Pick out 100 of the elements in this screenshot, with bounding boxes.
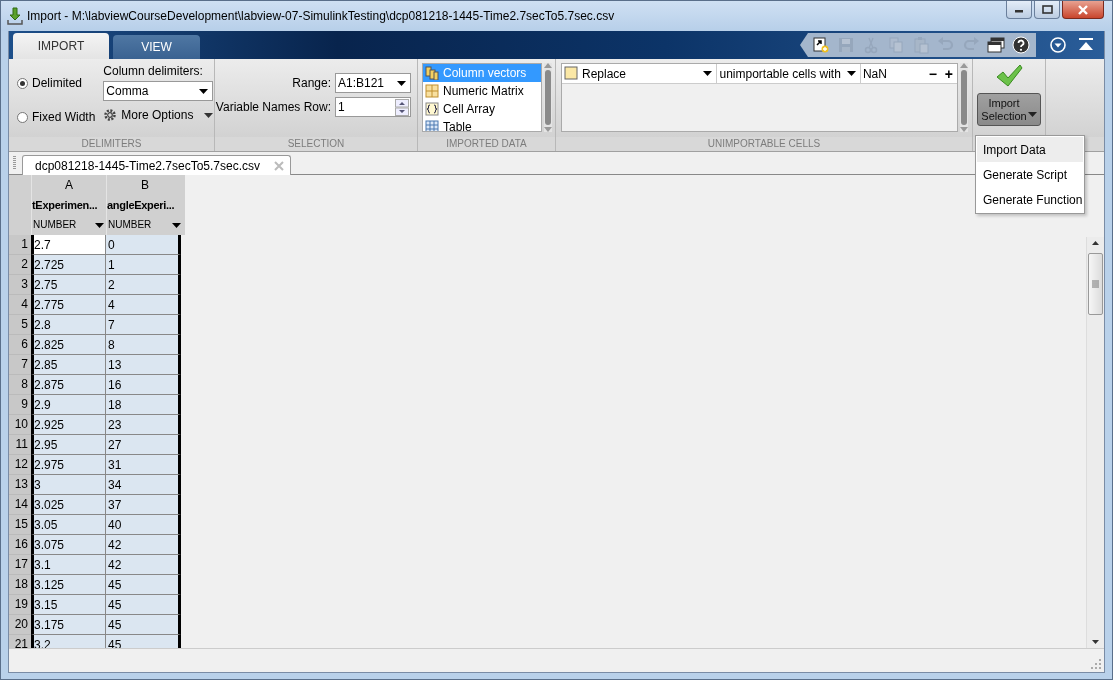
table-cell[interactable]: 2.725 xyxy=(31,255,106,275)
table-cell[interactable]: 2.9 xyxy=(31,395,106,415)
table-cell[interactable]: 3.05 xyxy=(31,515,106,535)
action-dropdown[interactable]: Replace xyxy=(580,64,718,83)
target-dropdown[interactable]: unimportable cells with xyxy=(717,64,861,83)
windows-icon[interactable] xyxy=(987,36,1005,54)
remove-rule-button[interactable]: − xyxy=(924,65,941,82)
scrollbar-thumb[interactable] xyxy=(961,70,967,125)
table-cell[interactable]: 2.975 xyxy=(31,455,106,475)
table-cell[interactable]: 2.85 xyxy=(31,355,106,375)
table-cell[interactable]: 45 xyxy=(106,595,181,615)
gallery-item[interactable]: Numeric Matrix xyxy=(423,82,541,100)
row-number: 7 xyxy=(9,355,31,375)
caret-icon xyxy=(199,88,209,94)
new-document-icon[interactable] xyxy=(812,36,830,54)
table-cell[interactable]: 3.15 xyxy=(31,595,106,615)
field-label: Column delimiters: xyxy=(103,64,204,78)
close-icon xyxy=(1077,4,1089,15)
dropdown-circle-icon[interactable] xyxy=(1050,37,1066,53)
column-type-dropdown[interactable]: NUMBER xyxy=(32,215,106,235)
row-number: 15 xyxy=(9,515,31,535)
menu-item[interactable]: Generate Function xyxy=(977,187,1083,212)
ribbon-tab[interactable]: IMPORT xyxy=(13,33,109,59)
menu-item[interactable]: Import Data xyxy=(977,137,1083,162)
gallery-item[interactable]: Table xyxy=(423,118,541,131)
table-cell[interactable]: 3.025 xyxy=(31,495,106,515)
close-icon[interactable] xyxy=(274,160,285,171)
spinner-arrows-icon[interactable] xyxy=(395,98,409,116)
row-number: 13 xyxy=(9,475,31,495)
radio-button[interactable]: Delimited xyxy=(17,76,96,90)
table-cell[interactable]: 7 xyxy=(106,315,181,335)
row-number: 16 xyxy=(9,535,31,555)
row-number: 1 xyxy=(9,235,31,255)
field-label: Range: xyxy=(292,76,331,90)
column-letter: A xyxy=(64,177,74,194)
delimiter-dropdown[interactable]: Comma xyxy=(103,81,214,101)
table-cell[interactable]: 2.75 xyxy=(31,275,106,295)
resize-grip-icon[interactable] xyxy=(1091,659,1101,669)
table-cell[interactable]: 3.1 xyxy=(31,555,106,575)
table-cell[interactable]: 2.7 xyxy=(31,235,106,255)
table-cell[interactable]: 2.825 xyxy=(31,335,106,355)
table-cell[interactable]: 2.925 xyxy=(31,415,106,435)
table-cell[interactable]: 45 xyxy=(106,575,181,595)
row-number: 11 xyxy=(9,435,31,455)
collapse-ribbon-icon[interactable] xyxy=(1078,37,1094,51)
table-cell[interactable]: 3.175 xyxy=(31,615,106,635)
table-cell[interactable]: 0 xyxy=(106,235,181,255)
table-cell[interactable]: 2.775 xyxy=(31,295,106,315)
add-rule-button[interactable]: + xyxy=(940,65,957,82)
row-number: 12 xyxy=(9,455,31,475)
import-selection-button[interactable]: Import Selection xyxy=(977,93,1041,126)
table-cell[interactable]: 2.875 xyxy=(31,375,106,395)
table-cell[interactable]: 42 xyxy=(106,555,181,575)
radio-button[interactable]: Fixed Width xyxy=(17,110,96,124)
table-cell[interactable]: 37 xyxy=(106,495,181,515)
more-options-button[interactable]: More Options xyxy=(103,108,214,122)
document-tab[interactable]: dcp081218-1445-Time2.7secTo5.7sec.csv xyxy=(22,155,292,175)
row-number: 17 xyxy=(9,555,31,575)
scrollbar-thumb[interactable] xyxy=(545,70,551,125)
scrollbar-thumb[interactable] xyxy=(1088,253,1103,315)
range-dropdown[interactable]: A1:B121 xyxy=(335,73,411,93)
table-cell[interactable]: 31 xyxy=(106,455,181,475)
column-name: tExperimen... xyxy=(32,198,99,213)
table-cell[interactable]: 42 xyxy=(106,535,181,555)
caret-icon xyxy=(397,80,406,86)
gear-icon xyxy=(103,108,118,122)
table-cell[interactable]: 2.95 xyxy=(31,435,106,455)
table-cell[interactable]: 45 xyxy=(106,615,181,635)
caret-icon xyxy=(1028,112,1037,117)
table-cell[interactable]: 18 xyxy=(106,395,181,415)
table-cell[interactable]: 3.125 xyxy=(31,575,106,595)
restore-icon xyxy=(1041,5,1053,14)
table-cell[interactable]: 23 xyxy=(106,415,181,435)
restore-button[interactable] xyxy=(1034,1,1060,19)
minimize-button[interactable] xyxy=(1006,1,1032,19)
spinner-field[interactable]: 1 xyxy=(335,97,411,117)
table-cell[interactable]: 8 xyxy=(106,335,181,355)
scrollbar[interactable] xyxy=(960,63,968,132)
table-cell[interactable]: 40 xyxy=(106,515,181,535)
table-cell[interactable]: 27 xyxy=(106,435,181,455)
window-title: Import - M:\labviewCourseDevelopment\labview-07-SimulinkTesting\dcp081218-1445-Time2.7secTo5.7sec.csv xyxy=(27,9,616,23)
scrollbar[interactable] xyxy=(1086,237,1104,648)
gallery-item[interactable]: Cell Array xyxy=(423,100,541,118)
menu-item[interactable]: Generate Script xyxy=(977,162,1083,187)
help-icon[interactable] xyxy=(1012,36,1030,54)
table-cell[interactable]: 1 xyxy=(106,255,181,275)
table-cell[interactable]: 3 xyxy=(31,475,106,495)
row-number: 21 xyxy=(9,635,31,648)
close-button[interactable] xyxy=(1062,1,1104,19)
table-cell[interactable]: 4 xyxy=(106,295,181,315)
table-cell[interactable]: 2.8 xyxy=(31,315,106,335)
table-cell[interactable]: 13 xyxy=(106,355,181,375)
ribbon-tab[interactable]: VIEW xyxy=(113,35,200,59)
table-cell[interactable]: 3.075 xyxy=(31,535,106,555)
table-cell[interactable]: 2 xyxy=(106,275,181,295)
scrollbar[interactable] xyxy=(544,63,552,132)
row-number: 9 xyxy=(9,395,31,415)
table-cell[interactable]: 16 xyxy=(106,375,181,395)
table-cell[interactable]: 34 xyxy=(106,475,181,495)
column-type-dropdown[interactable]: NUMBER xyxy=(107,215,183,235)
